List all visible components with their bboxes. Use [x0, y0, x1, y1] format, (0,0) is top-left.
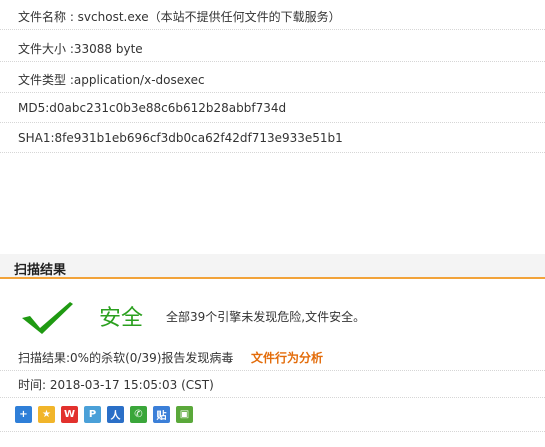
- scan-result-title: 扫描结果: [14, 263, 67, 278]
- md5-text: MD5:d0abc231c0b3e88c6b612b28abbf734d: [18, 101, 287, 115]
- share-bar: + ★ W P 人 ✆ 贴 ▣: [15, 406, 193, 424]
- verdict-description: 全部39个引擎未发现危险,文件安全。: [166, 310, 366, 324]
- qzone-icon[interactable]: ★: [38, 406, 55, 423]
- file-behavior-analysis-link[interactable]: 文件行为分析: [251, 349, 323, 366]
- file-type-row: 文件类型 :application/x-dosexec: [0, 63, 545, 93]
- file-size-row: 文件大小 :33088 byte: [0, 32, 545, 62]
- scan-time-text: 时间: 2018-03-17 15:05:03 (CST): [18, 378, 214, 392]
- sha1-row: SHA1:8fe931b1eb696cf3db0ca62f42df713e933…: [0, 123, 545, 153]
- wechat-icon[interactable]: ✆: [130, 406, 147, 423]
- md5-row: MD5:d0abc231c0b3e88c6b612b28abbf734d: [0, 93, 545, 123]
- bottom-divider: [0, 431, 545, 432]
- scan-time-row: 时间: 2018-03-17 15:05:03 (CST): [0, 370, 545, 398]
- tencent-weibo-icon[interactable]: P: [84, 406, 101, 423]
- file-size-text: 文件大小 :33088 byte: [18, 42, 143, 56]
- weibo-icon[interactable]: W: [61, 406, 78, 423]
- renren-icon[interactable]: 人: [107, 406, 124, 423]
- photo-share-icon[interactable]: ▣: [176, 406, 193, 423]
- file-type-text: 文件类型 :application/x-dosexec: [18, 73, 205, 87]
- scan-summary-text: 扫描结果:0%的杀软(0/39)报告发现病毒: [18, 351, 234, 365]
- file-name-row: 文件名称 : svchost.exe（本站不提供任何文件的下载服务）: [0, 0, 545, 30]
- safe-verdict: 安全: [99, 306, 144, 331]
- file-name-text: 文件名称 : svchost.exe（本站不提供任何文件的下载服务）: [18, 10, 341, 24]
- share-more-icon[interactable]: +: [15, 406, 32, 423]
- sha1-text: SHA1:8fe931b1eb696cf3db0ca62f42df713e933…: [18, 131, 343, 145]
- tieba-icon[interactable]: 贴: [153, 406, 170, 423]
- scan-result-header: 扫描结果: [0, 254, 545, 279]
- check-icon: [22, 302, 73, 334]
